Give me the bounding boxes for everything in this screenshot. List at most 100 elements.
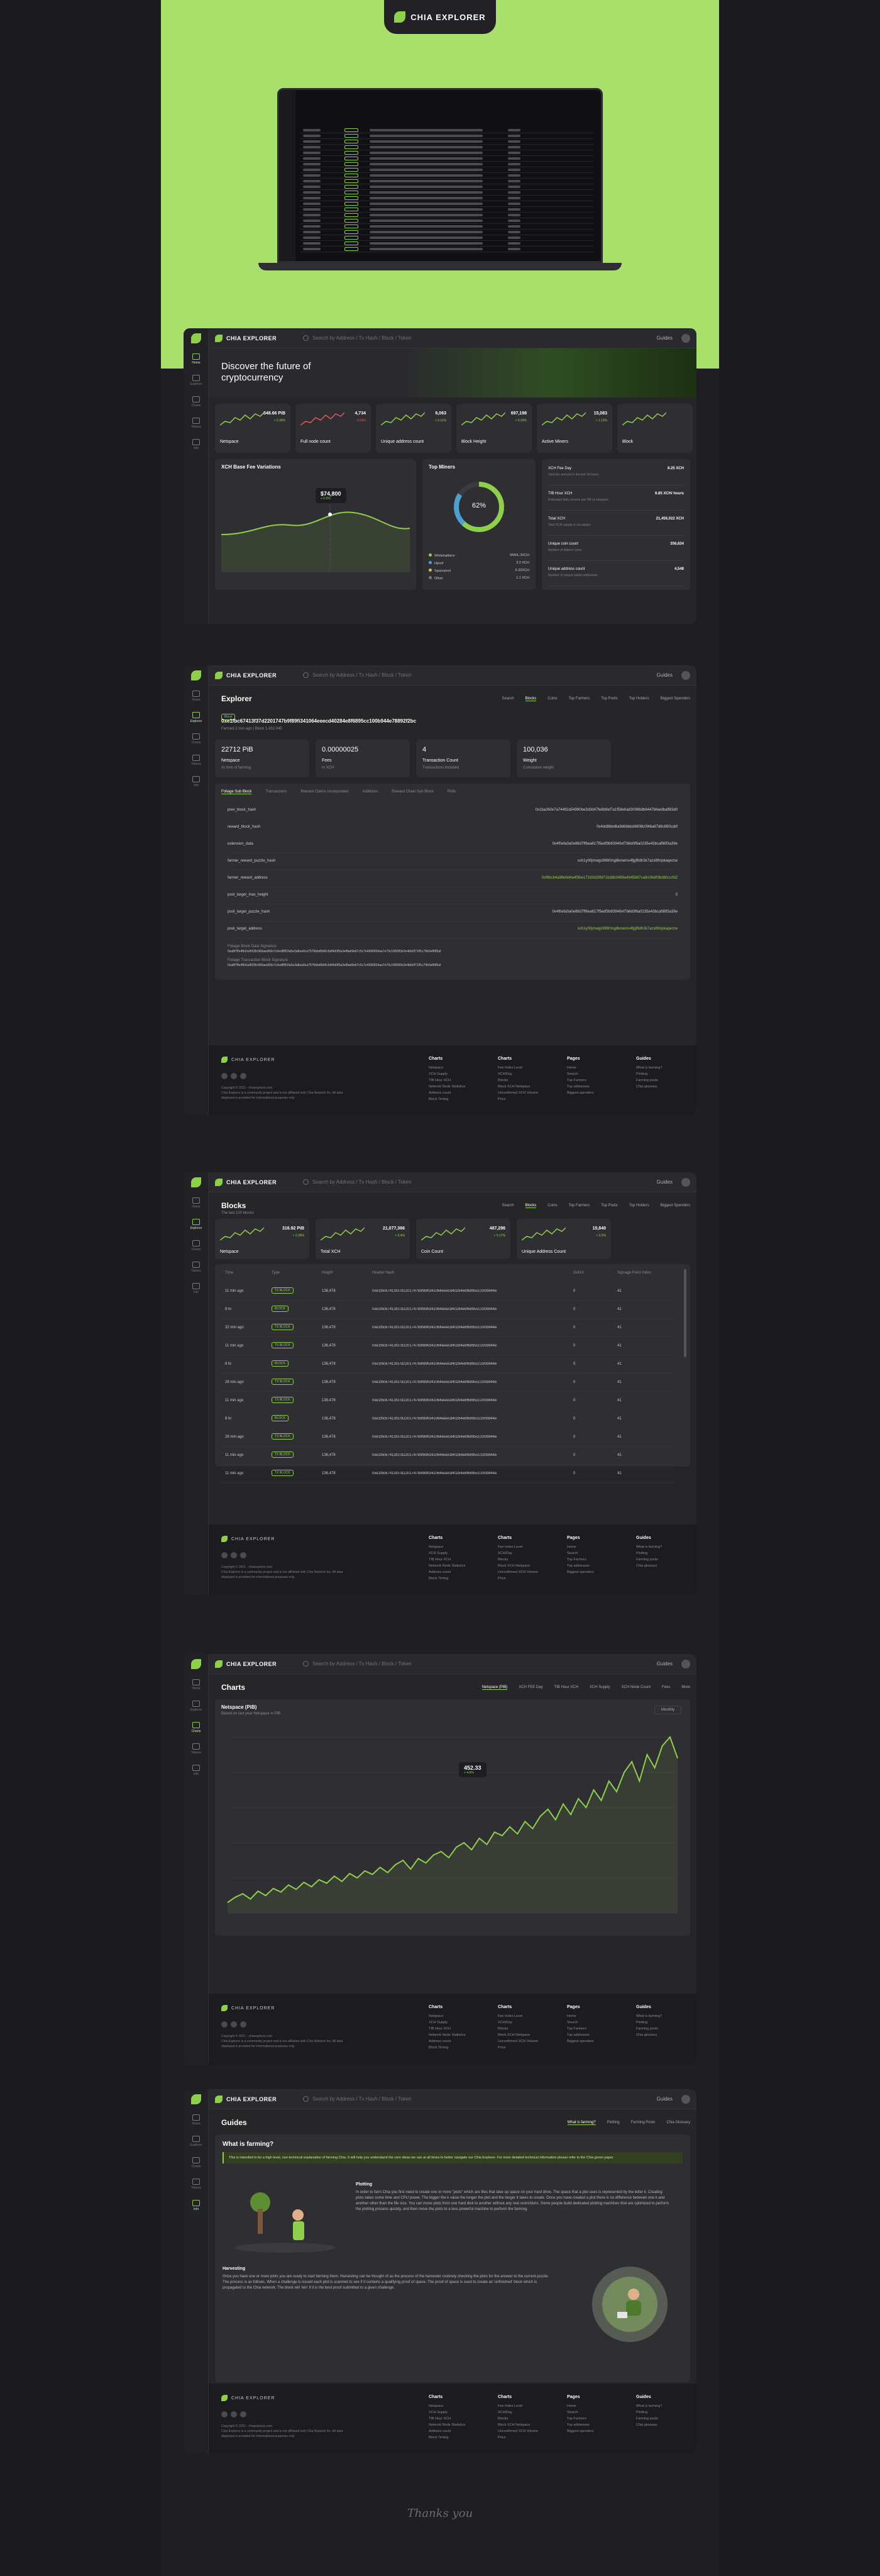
facebook-icon[interactable] bbox=[221, 1552, 228, 1558]
footer-link[interactable]: XCH Supply bbox=[429, 1550, 485, 1557]
facebook-icon[interactable] bbox=[221, 2411, 228, 2418]
footer-link[interactable]: Top addresses bbox=[567, 1563, 624, 1569]
cell-height[interactable]: 136,478 bbox=[322, 1380, 336, 1384]
footer-link[interactable]: TIB Hour XCH bbox=[429, 1077, 485, 1084]
footer-link[interactable]: Chia glossary bbox=[636, 2422, 693, 2428]
cell-hash[interactable]: 0xe1fbc67413f37d2201747b9f89fi341064eeec… bbox=[372, 1362, 561, 1366]
detail-tab[interactable]: Reward Claims Incorporated bbox=[301, 790, 349, 794]
footer-link[interactable]: Home bbox=[567, 1544, 624, 1550]
sidebar-item-tokens[interactable]: Tokens bbox=[184, 750, 209, 771]
cell-height[interactable]: 136,478 bbox=[322, 1326, 336, 1330]
search-input[interactable]: Search by Address / Tx Hash / Block / To… bbox=[303, 1661, 657, 1667]
tab-item[interactable]: XCH Node Count bbox=[622, 1685, 651, 1690]
footer-link[interactable]: Biggest spenders bbox=[567, 1090, 624, 1096]
footer-link[interactable]: Biggest spenders bbox=[567, 1569, 624, 1575]
miner-row[interactable]: Whitehatfarm 5MHL.3XCH bbox=[429, 553, 529, 558]
cell-hash[interactable]: 0xe1fbc67413f37d2201747b9f89fi341064eeec… bbox=[372, 1399, 561, 1402]
tab-item[interactable]: Top Farmers bbox=[569, 697, 590, 701]
footer-link[interactable]: Blocks bbox=[498, 1077, 554, 1084]
footer-logo[interactable]: CHIA EXPLORER bbox=[221, 2395, 275, 2401]
detail-tab[interactable]: Rolls bbox=[448, 790, 456, 794]
footer-link[interactable]: Network Node Statistics bbox=[429, 2422, 485, 2428]
footer-link[interactable]: Fee Index Level bbox=[498, 2403, 554, 2409]
twitter-icon[interactable] bbox=[231, 1552, 237, 1558]
footer-link[interactable]: Block XCH Netspace bbox=[498, 2422, 554, 2428]
footer-link[interactable]: XCH/Day bbox=[498, 2019, 554, 2026]
footer-link[interactable]: Top Farmers bbox=[567, 1557, 624, 1563]
tab-item[interactable]: Fees bbox=[662, 1685, 670, 1690]
twitter-icon[interactable] bbox=[231, 2021, 237, 2028]
search-input[interactable]: Search by Address / Tx Hash / Block / To… bbox=[303, 1179, 657, 1185]
sidebar-item-home[interactable]: Home bbox=[184, 2109, 209, 2131]
block-hash[interactable]: 0xe1fbc67413f37d2201747b9f89fi341064eeec… bbox=[221, 718, 416, 724]
sidebar-item-info[interactable]: Info bbox=[184, 771, 209, 792]
footer-link[interactable]: What is farming? bbox=[636, 1065, 693, 1071]
stat-card[interactable]: 697,198 + 0.29% Block Height bbox=[456, 404, 532, 453]
footer-link[interactable]: Top addresses bbox=[567, 1084, 624, 1090]
detail-value[interactable]: xch1y00jmwgs9690mg8knwms4fjgf8dh3k7azx8f… bbox=[578, 927, 678, 931]
footer-link[interactable]: Chia glossary bbox=[636, 2032, 693, 2038]
tab-item[interactable]: Plotting bbox=[607, 2121, 620, 2125]
sidebar-item-tokens[interactable]: Tokens bbox=[184, 1738, 209, 1760]
tab-item[interactable]: Coins bbox=[547, 1204, 557, 1208]
footer-link[interactable]: Farming pools bbox=[636, 2026, 693, 2032]
footer-link[interactable]: Search bbox=[567, 1550, 624, 1557]
footer-link[interactable]: Plotting bbox=[636, 1550, 693, 1557]
footer-link[interactable]: Chia glossary bbox=[636, 1084, 693, 1090]
search-input[interactable]: Search by Address / Tx Hash / Block / To… bbox=[303, 2096, 657, 2102]
footer-link[interactable]: Plotting bbox=[636, 2019, 693, 2026]
sidebar-item-info[interactable]: Info bbox=[184, 1278, 209, 1299]
footer-link[interactable]: TIB Hour XCH bbox=[429, 2026, 485, 2032]
sidebar-item-explorer[interactable]: Explorer bbox=[184, 2131, 209, 2152]
sidebar-logo-icon[interactable] bbox=[190, 1659, 201, 1669]
sidebar-item-charts[interactable]: Charts bbox=[184, 728, 209, 750]
column-header[interactable]: Type bbox=[272, 1271, 280, 1275]
footer-link[interactable]: Price bbox=[498, 2434, 554, 2441]
cell-height[interactable]: 136,478 bbox=[322, 1344, 336, 1348]
footer-link[interactable]: Biggest spenders bbox=[567, 2428, 624, 2434]
guides-dropdown[interactable]: Guides bbox=[657, 335, 673, 341]
sidebar-item-explorer[interactable]: Explorer bbox=[184, 1696, 209, 1717]
cell-hash[interactable]: 0xe1fbc67413f37d2201747b9f89fi341064eeec… bbox=[372, 1344, 561, 1348]
stat-card[interactable]: 6,063 + 0.11% Unique address count bbox=[376, 404, 451, 453]
footer-link[interactable]: Netspace bbox=[429, 2013, 485, 2019]
sidebar-logo-icon[interactable] bbox=[190, 670, 201, 680]
footer-link[interactable]: Block Timing bbox=[429, 2045, 485, 2051]
sidebar-item-charts[interactable]: Charts bbox=[184, 391, 209, 413]
footer-link[interactable]: Block XCH Netspace bbox=[498, 1084, 554, 1090]
footer-link[interactable]: Plotting bbox=[636, 2409, 693, 2416]
tab-item[interactable]: More bbox=[681, 1685, 690, 1690]
footer-link[interactable]: XCH/Day bbox=[498, 2409, 554, 2416]
footer-link[interactable]: Farming pools bbox=[636, 1557, 693, 1563]
footer-link[interactable]: Block XCH Netspace bbox=[498, 2032, 554, 2038]
footer-link[interactable]: Block Timing bbox=[429, 1575, 485, 1582]
footer-link[interactable]: Top Farmers bbox=[567, 2416, 624, 2422]
detail-tab[interactable]: Transactions bbox=[265, 790, 287, 794]
footer-link[interactable]: Farming pools bbox=[636, 1077, 693, 1084]
sidebar-item-charts[interactable]: Charts bbox=[184, 2152, 209, 2174]
footer-link[interactable]: Address count bbox=[429, 2428, 485, 2434]
sidebar-item-tokens[interactable]: Tokens bbox=[184, 413, 209, 434]
cell-hash[interactable]: 0xe1fbc67413f37d2201747b9f89fi341064eeec… bbox=[372, 1453, 561, 1457]
guides-dropdown[interactable]: Guides bbox=[657, 2096, 673, 2102]
footer-link[interactable]: Price bbox=[498, 1575, 554, 1582]
cell-hash[interactable]: 0xe1fbc67413f37d2201747b9f89fi341064eeec… bbox=[372, 1380, 561, 1384]
sidebar-item-tokens[interactable]: Tokens bbox=[184, 1257, 209, 1278]
footer-link[interactable]: Farming pools bbox=[636, 2416, 693, 2422]
footer-link[interactable]: Block XCH Netspace bbox=[498, 1563, 554, 1569]
detail-value[interactable]: 0xf8bcb4a86e6d4a4f3be172d2d29fd71b3db348… bbox=[542, 876, 678, 880]
footer-link[interactable]: Netspace bbox=[429, 2403, 485, 2409]
footer-link[interactable]: What is farming? bbox=[636, 1544, 693, 1550]
detail-tab[interactable]: Additions bbox=[363, 790, 378, 794]
cell-height[interactable]: 136,478 bbox=[322, 1307, 336, 1311]
search-input[interactable]: Search by Address / Tx Hash / Block / To… bbox=[303, 335, 657, 341]
tab-item[interactable]: Blocks bbox=[525, 697, 537, 701]
tab-item[interactable]: Biggest Spenders bbox=[661, 697, 690, 701]
tab-item[interactable]: Search bbox=[502, 1204, 514, 1208]
cell-hash[interactable]: 0xe1fbc67413f37d2201747b9f89fi341064eeec… bbox=[372, 1417, 561, 1421]
stat-card[interactable]: Block bbox=[617, 404, 693, 453]
sidebar-item-home[interactable]: Home bbox=[184, 686, 209, 707]
footer-link[interactable]: XCH/Day bbox=[498, 1550, 554, 1557]
tab-item[interactable]: Top Farmers bbox=[569, 1204, 590, 1208]
sidebar-logo-icon[interactable] bbox=[190, 333, 201, 343]
